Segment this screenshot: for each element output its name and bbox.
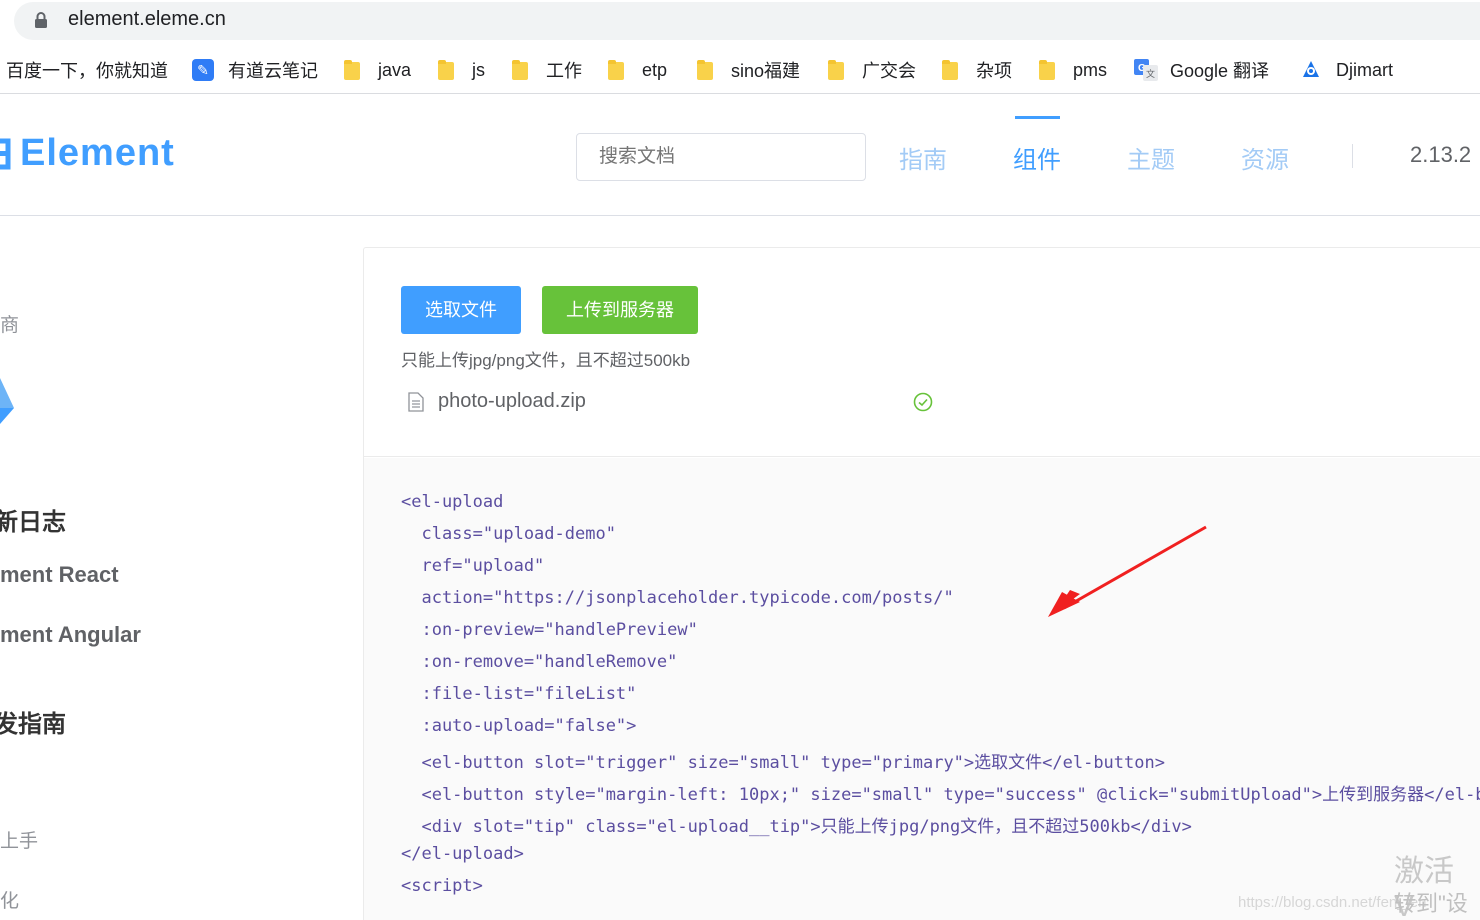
bookmark-sino[interactable]: sino福建 [697, 56, 800, 84]
bookmark-label: etp [642, 59, 668, 80]
active-nav-indicator [1015, 116, 1060, 119]
select-file-button[interactable]: 选取文件 [401, 286, 521, 334]
code-line: :on-preview="handlePreview" [401, 620, 698, 640]
bookmark-pms[interactable]: pms [1039, 56, 1107, 84]
activate-settings-watermark: 转到"设置 [1394, 891, 1468, 916]
bookmark-work[interactable]: 工作 [512, 56, 582, 84]
code-line: action="https://jsonplaceholder.typicode… [401, 588, 954, 608]
code-line: <el-button style="margin-left: 10px;" si… [401, 785, 1480, 805]
nav-component[interactable]: 组件 [1013, 140, 1061, 175]
code-line: :auto-upload="false"> [401, 716, 637, 736]
code-line: class="upload-demo" [401, 524, 616, 544]
sidebar-item[interactable]: 商 [0, 310, 19, 337]
sidebar-quickstart[interactable]: 上手 [0, 826, 38, 853]
nav-theme[interactable]: 主题 [1127, 140, 1175, 175]
upload-to-server-button[interactable]: 上传到服务器 [542, 286, 698, 334]
code-line: <script> [401, 876, 483, 896]
url-field[interactable] [14, 2, 1480, 40]
address-bar: element.eleme.cn [0, 0, 1480, 44]
element-logo[interactable]: Element [0, 132, 175, 175]
code-block: <el-upload class="upload-demo" ref="uplo… [364, 458, 1480, 920]
folder-icon [828, 60, 846, 80]
bookmark-google-translate[interactable]: G 文 Google 翻译 [1134, 56, 1269, 84]
google-translate-icon: G 文 [1134, 59, 1158, 81]
code-line: </el-upload> [401, 844, 524, 864]
bookmark-label: 杂项 [976, 61, 1012, 81]
upload-file-item[interactable]: photo-upload.zip [408, 388, 943, 418]
code-line: <el-button slot="trigger" size="small" t… [401, 753, 1165, 773]
success-check-icon [913, 392, 933, 412]
code-line: <div slot="tip" class="el-upload__tip">只… [401, 817, 1192, 837]
folder-icon [608, 60, 626, 80]
bookmark-label: pms [1073, 59, 1108, 80]
bookmark-etp[interactable]: etp [608, 56, 667, 84]
bookmark-label: 百度一下，你就知道 [6, 61, 168, 81]
nav-guide[interactable]: 指南 [899, 140, 947, 175]
note-icon: ✎ [192, 59, 214, 81]
document-icon [408, 392, 424, 412]
code-line: <el-upload [401, 492, 504, 512]
sidebar-dev-guide[interactable]: 发指南 [0, 704, 66, 739]
code-line: ref="upload" [401, 556, 545, 576]
demo-block: 选取文件 上传到服务器 只能上传jpg/png文件，且不超过500kb phot… [363, 247, 1480, 920]
folder-icon [344, 60, 362, 80]
djimart-icon [1303, 61, 1319, 77]
sidebar-logo-icon [0, 378, 14, 424]
folder-icon [697, 60, 715, 80]
nav-divider [1352, 144, 1353, 168]
bookmark-label: Djimart [1336, 59, 1393, 80]
bookmark-label: 工作 [546, 61, 582, 81]
code-line: :file-list="fileList" [401, 684, 637, 704]
upload-tip: 只能上传jpg/png文件，且不超过500kb [401, 351, 691, 370]
logo-text: Element [20, 132, 175, 174]
logo-mark-icon [0, 138, 11, 169]
nav-resource[interactable]: 资源 [1241, 140, 1289, 175]
folder-icon [512, 60, 530, 80]
version-select[interactable]: 2.13.2 [1410, 142, 1471, 168]
sidebar-element-angular[interactable]: ment Angular [0, 622, 141, 648]
code-line: :on-remove="handleRemove" [401, 652, 678, 672]
folder-icon [942, 60, 960, 80]
sidebar-changelog[interactable]: 新日志 [0, 502, 66, 537]
bookmarks-bar: 百度一下，你就知道 ✎ 有道云笔记 java js 工作 etp sino福建 [0, 46, 1480, 94]
browser-window: element.eleme.cn 百度一下，你就知道 ✎ 有道云笔记 java … [0, 0, 1480, 920]
sidebar-i18n[interactable]: 化 [0, 886, 19, 913]
url-text: element.eleme.cn [68, 8, 226, 30]
bookmark-label: Google 翻译 [1170, 61, 1270, 81]
bookmark-label: java [378, 59, 412, 80]
folder-icon [1039, 60, 1057, 80]
demo-preview: 选取文件 上传到服务器 只能上传jpg/png文件，且不超过500kb phot… [364, 248, 1480, 457]
bookmark-djimart[interactable]: Djimart [1300, 56, 1393, 84]
bookmark-java[interactable]: java [344, 56, 411, 84]
lock-icon [35, 12, 47, 28]
folder-icon [438, 60, 456, 80]
bookmark-cantonfair[interactable]: 广交会 [828, 56, 916, 84]
file-name: photo-upload.zip [438, 390, 586, 412]
bookmark-misc[interactable]: 杂项 [942, 56, 1012, 84]
bookmark-js[interactable]: js [438, 56, 485, 84]
annotation-arrow [1048, 525, 1207, 617]
bookmark-label: 有道云笔记 [228, 61, 318, 81]
search-input[interactable] [576, 133, 866, 181]
svg-text:文: 文 [1146, 68, 1155, 80]
sidebar-element-react[interactable]: ment React [0, 562, 119, 588]
bookmark-label: 广交会 [862, 61, 916, 81]
site-header: Element 指南 组件 主题 资源 2.13.2 [0, 96, 1480, 216]
bookmark-label: sino福建 [731, 61, 801, 81]
bookmark-label: js [472, 59, 485, 80]
bookmark-youdao[interactable]: ✎ 有道云笔记 [192, 56, 318, 84]
bookmark-baidu[interactable]: 百度一下，你就知道 [6, 56, 168, 84]
